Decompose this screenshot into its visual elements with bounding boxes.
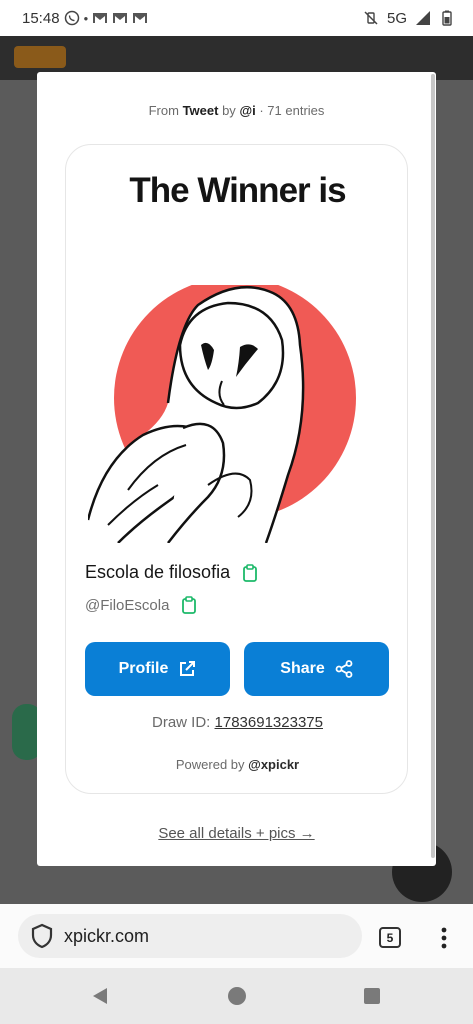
see-all-details-link[interactable]: See all details + pics → bbox=[37, 825, 436, 842]
winner-title: The Winner is bbox=[129, 171, 346, 210]
status-time: 15:48 bbox=[22, 9, 60, 27]
gmail-icon bbox=[113, 13, 128, 23]
source-prefix: From bbox=[148, 103, 179, 118]
source-entries: · 71 entries bbox=[259, 103, 325, 118]
source-by: by bbox=[222, 103, 236, 118]
source-line: From Tweet by @i · 71 entries bbox=[37, 103, 436, 118]
recent-apps-icon[interactable] bbox=[363, 987, 381, 1005]
home-icon[interactable] bbox=[227, 986, 247, 1006]
profile-button[interactable]: Profile bbox=[85, 642, 230, 696]
back-icon[interactable] bbox=[90, 986, 110, 1006]
share-button-label: Share bbox=[280, 660, 325, 677]
system-nav-bar bbox=[0, 968, 473, 1024]
clipboard-icon[interactable] bbox=[242, 563, 258, 582]
winner-name: Escola de filosofia bbox=[85, 562, 231, 582]
address-bar[interactable]: xpickr.com bbox=[18, 914, 362, 958]
winner-handle: @FiloEscola bbox=[85, 596, 170, 614]
winner-name-row: Escola de filosofia bbox=[85, 562, 258, 583]
vibrate-off-icon bbox=[364, 11, 378, 25]
powered-by: Powered by @xpickr bbox=[66, 757, 409, 772]
more-options-icon[interactable] bbox=[438, 926, 450, 950]
draw-id-line: Draw ID: 1783691323375 bbox=[66, 714, 409, 731]
url-text: xpickr.com bbox=[64, 925, 150, 946]
source-author: @i bbox=[239, 103, 256, 118]
profile-button-label: Profile bbox=[118, 660, 169, 677]
whatsapp-icon bbox=[64, 10, 79, 26]
gmail-icon bbox=[133, 13, 148, 23]
draw-id-link[interactable]: 1783691323375 bbox=[215, 714, 323, 731]
battery-icon bbox=[442, 10, 452, 26]
draw-id-label: Draw ID: bbox=[152, 714, 211, 731]
browser-toolbar: xpickr.com 5 bbox=[0, 904, 473, 968]
network-type: 5G bbox=[386, 9, 407, 27]
winner-avatar-owl bbox=[88, 285, 356, 543]
gmail-icon bbox=[93, 13, 108, 23]
tab-switcher-button[interactable]: 5 bbox=[379, 927, 401, 948]
winner-modal: From Tweet by @i · 71 entries The Winner… bbox=[37, 72, 436, 866]
source-platform: Tweet bbox=[182, 103, 219, 118]
share-icon bbox=[335, 660, 353, 678]
powered-brand[interactable]: @xpickr bbox=[248, 757, 299, 772]
clipboard-icon[interactable] bbox=[181, 596, 197, 614]
modal-scrollbar[interactable] bbox=[431, 74, 435, 858]
powered-prefix: Powered by bbox=[175, 757, 245, 772]
winner-handle-row: @FiloEscola bbox=[85, 596, 197, 614]
background-logo bbox=[14, 46, 66, 68]
signal-icon bbox=[416, 11, 430, 25]
share-button[interactable]: Share bbox=[244, 642, 389, 696]
dot-icon: ● bbox=[83, 13, 89, 23]
winner-card: The Winner is Escola de filosofia @FiloE… bbox=[65, 144, 408, 794]
external-link-icon bbox=[180, 661, 196, 676]
status-bar: 15:48 ● 5G bbox=[0, 0, 473, 36]
shield-icon[interactable] bbox=[30, 923, 54, 949]
